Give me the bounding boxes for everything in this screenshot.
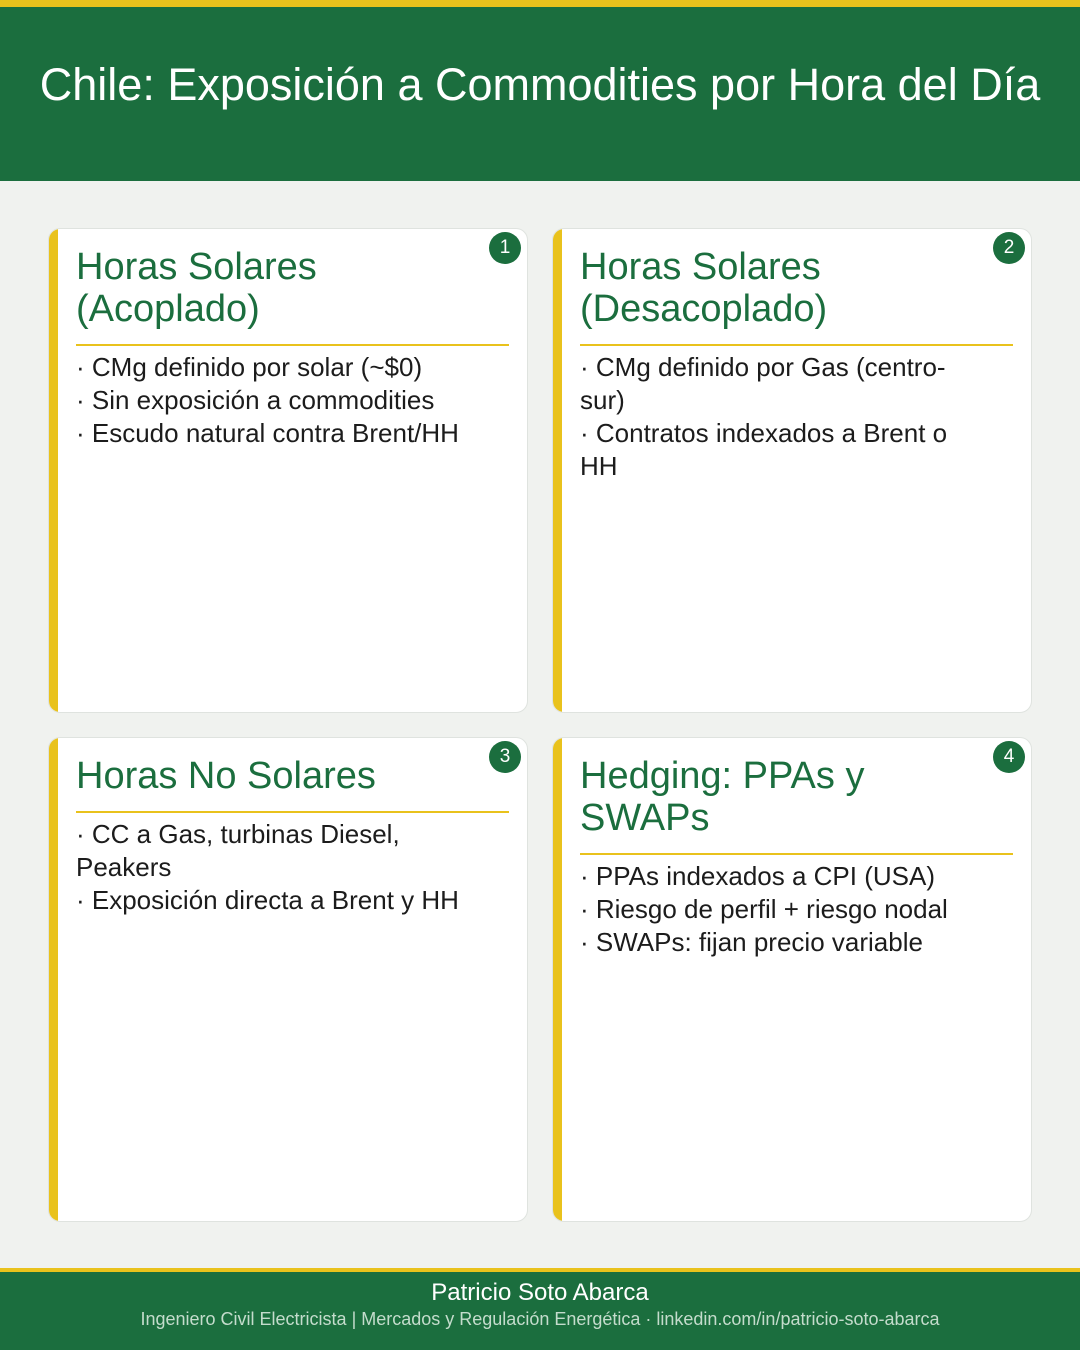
card-bullet-list: · PPAs indexados a CPI (USA) · Riesgo de…: [580, 860, 975, 959]
card-title-line: Horas Solares: [76, 246, 317, 288]
list-item: · Escudo natural contra Brent/HH: [76, 418, 459, 448]
list-item: · PPAs indexados a CPI (USA): [580, 861, 935, 891]
card-divider: [76, 811, 509, 813]
card-title-line: (Desacoplado): [580, 288, 828, 330]
card-title-line: Horas Solares: [580, 246, 821, 288]
card-solar-coupled: 1 Horas Solares (Acoplado) · CMg definid…: [48, 228, 528, 713]
card-title: Horas No Solares: [76, 755, 476, 797]
card-title: Hedging: PPAs y SWAPs: [580, 755, 980, 839]
card-accent-bar: [553, 229, 562, 712]
list-item: · Riesgo de perfil + riesgo nodal: [580, 894, 948, 924]
author-subtitle: Ingeniero Civil Electricista | Mercados …: [140, 1309, 940, 1329]
list-item: · CMg definido por solar (~$0): [76, 352, 423, 382]
card-bullet-list: · CMg definido por solar (~$0) · Sin exp…: [76, 351, 471, 450]
card-accent-bar: [49, 738, 58, 1221]
card-number-badge: 3: [489, 741, 521, 773]
card-title-line: Horas No Solares: [76, 755, 376, 797]
card-title-line: (Acoplado): [76, 288, 260, 330]
list-item: · CMg definido por Gas (centro-sur): [580, 352, 946, 415]
header-banner: Chile: Exposición a Commodities por Hora…: [0, 7, 1080, 181]
card-number-badge: 4: [993, 741, 1025, 773]
card-divider: [580, 344, 1013, 346]
card-number-badge: 1: [489, 232, 521, 264]
card-title: Horas Solares (Desacoplado): [580, 246, 980, 330]
card-bullet-list: · CC a Gas, turbinas Diesel, Peakers · E…: [76, 818, 471, 917]
card-title-line: SWAPs: [580, 797, 710, 839]
card-accent-bar: [49, 229, 58, 712]
card-solar-decoupled: 2 Horas Solares (Desacoplado) · CMg defi…: [552, 228, 1032, 713]
card-title-line: Hedging: PPAs y: [580, 755, 865, 797]
card-number-badge: 2: [993, 232, 1025, 264]
footer-banner: Patricio Soto Abarca Ingeniero Civil Ele…: [0, 1272, 1080, 1350]
author-name: Patricio Soto Abarca: [431, 1279, 649, 1306]
card-bullet-list: · CMg definido por Gas (centro-sur) · Co…: [580, 351, 975, 483]
card-divider: [580, 853, 1013, 855]
list-item: · SWAPs: fijan precio variable: [580, 927, 923, 957]
list-item: · CC a Gas, turbinas Diesel, Peakers: [76, 819, 400, 882]
list-item: · Contratos indexados a Brent o HH: [580, 418, 948, 481]
page-title: Chile: Exposición a Commodities por Hora…: [39, 59, 1041, 110]
card-accent-bar: [553, 738, 562, 1221]
list-item: · Sin exposición a commodities: [76, 385, 435, 415]
card-non-solar: 3 Horas No Solares · CC a Gas, turbinas …: [48, 737, 528, 1222]
list-item: · Exposición directa a Brent y HH: [76, 885, 459, 915]
card-hedging: 4 Hedging: PPAs y SWAPs · PPAs indexados…: [552, 737, 1032, 1222]
top-accent-stripe: [0, 0, 1080, 7]
card-title: Horas Solares (Acoplado): [76, 246, 476, 330]
card-divider: [76, 344, 509, 346]
